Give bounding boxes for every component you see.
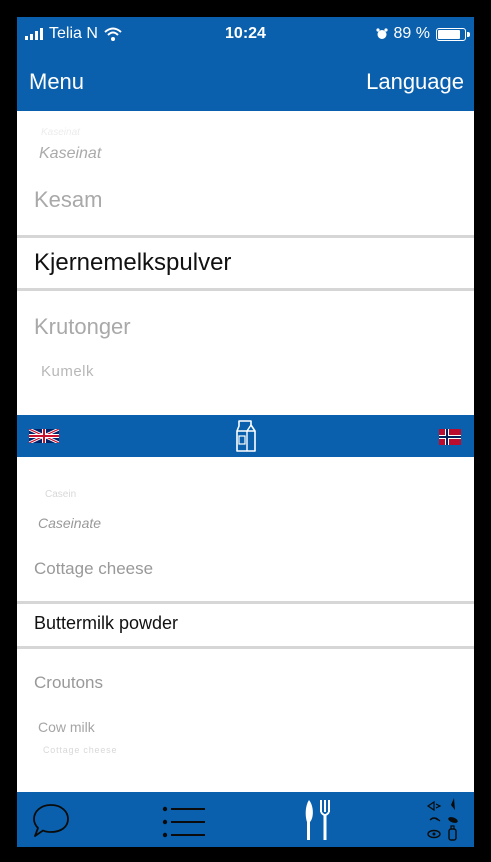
selected-word[interactable]: Kjernemelkspulver — [34, 249, 231, 277]
picker-item[interactable]: Kaseinat — [41, 127, 80, 138]
english-word-picker[interactable]: Casein Caseinate Cottage cheese Buttermi… — [17, 457, 474, 792]
norwegian-word-picker[interactable]: Kaseinat Kaseinat Kesam Kjernemelkspulve… — [17, 111, 474, 415]
picker-item[interactable]: Casein — [45, 489, 76, 500]
tab-allergens[interactable] — [412, 792, 474, 847]
uk-flag-icon — [29, 429, 59, 443]
selected-translation[interactable]: Buttermilk powder — [34, 613, 178, 634]
picker-item[interactable]: Kesam — [34, 187, 102, 213]
allergen-symbols-icon — [426, 798, 458, 841]
status-bar: Telia N 10:24 89 % — [17, 17, 474, 51]
battery-icon — [436, 27, 470, 41]
picker-item[interactable]: Cottage cheese — [43, 745, 117, 755]
tab-list[interactable] — [147, 792, 237, 847]
language-bar — [17, 415, 474, 457]
picker-item[interactable]: Croutons — [34, 673, 103, 693]
picker-item[interactable]: Cottage cheese — [34, 559, 153, 579]
picker-item[interactable]: Kaseinat — [39, 145, 101, 163]
tab-chat[interactable] — [17, 792, 117, 847]
picker-item[interactable]: Krutonger — [34, 314, 131, 340]
tab-food[interactable] — [287, 792, 357, 847]
language-button[interactable]: Language — [366, 69, 464, 95]
battery-fill — [438, 29, 460, 39]
tab-bar — [17, 792, 474, 847]
chat-bubble-icon — [33, 804, 69, 837]
picker-item[interactable]: Kumelk — [41, 363, 94, 380]
app-screen: Telia N 10:24 89 % Menu Language Kaseina… — [17, 17, 474, 847]
alarm-icon — [375, 28, 388, 39]
menu-button[interactable]: Menu — [29, 69, 84, 95]
battery-percent: 89 % — [393, 25, 430, 42]
cutlery-icon — [305, 800, 330, 840]
picker-item[interactable]: Caseinate — [38, 515, 101, 531]
milk-carton-icon[interactable] — [233, 419, 259, 453]
list-icon — [162, 806, 205, 838]
navigation-bar: Menu Language — [17, 51, 474, 111]
norway-flag-icon — [439, 429, 461, 445]
picker-item[interactable]: Cow milk — [38, 719, 95, 735]
